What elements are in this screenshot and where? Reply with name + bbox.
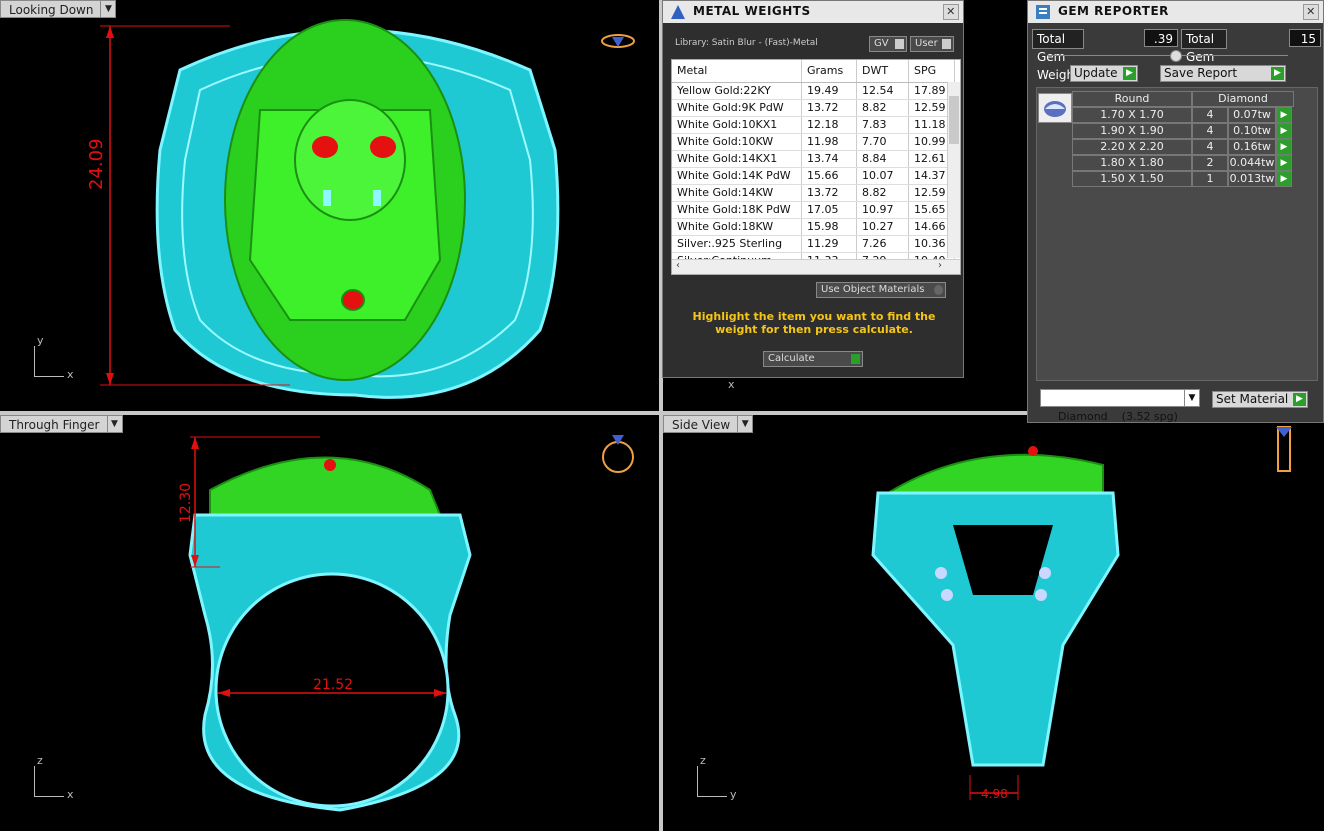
splitter-handle[interactable] xyxy=(1048,55,1288,56)
splitter-knob-icon[interactable] xyxy=(1170,50,1182,62)
user-button[interactable]: User xyxy=(910,36,954,52)
toggle-indicator-icon xyxy=(942,39,951,49)
chevron-left-icon[interactable]: ‹ xyxy=(676,260,680,271)
instruction-text: Highlight the item you want to find the … xyxy=(692,310,936,336)
chevron-right-icon[interactable]: › xyxy=(938,260,942,271)
play-icon: ▶ xyxy=(1293,393,1306,406)
viewport-side-view[interactable]: Side View ▼ 4.98 zy xyxy=(663,415,1324,831)
viewport-looking-down[interactable]: Looking Down ▼ 24.09 yx xyxy=(0,0,659,411)
play-icon[interactable]: ▶ xyxy=(1276,123,1292,139)
metal-weights-table[interactable]: Metal Grams DWT SPG Yellow Gold:22KY 19.4… xyxy=(671,59,961,275)
total-gem-weight-value: .39 xyxy=(1144,29,1178,47)
dimension-label-12-30: 12.30 xyxy=(178,482,194,523)
gv-button[interactable]: GV xyxy=(869,36,907,52)
axis-indicator: zy xyxy=(697,754,737,801)
table-row[interactable]: White Gold:14KW 13.72 8.82 12.59 xyxy=(672,185,960,202)
save-report-button[interactable]: Save Report ▶ xyxy=(1160,65,1286,82)
dimension-label-24-09: 24.09 xyxy=(86,138,107,190)
close-icon[interactable]: ✕ xyxy=(943,4,959,20)
metal-weights-title-bar[interactable]: METAL WEIGHTS ✕ xyxy=(663,1,963,23)
ring-front-view xyxy=(188,435,634,812)
dimension-label-4-98: 4.98 xyxy=(981,787,1008,801)
horizontal-scrollbar[interactable]: ‹ › xyxy=(672,259,960,274)
viewport-through-finger[interactable]: Through Finger ▼ 12.30 21.52 zx xyxy=(0,415,659,831)
column-header-spg[interactable]: SPG xyxy=(909,60,955,82)
play-icon: ▶ xyxy=(1123,67,1136,80)
table-header: Round Diamond xyxy=(1072,91,1294,107)
round-diamond-icon xyxy=(1038,93,1072,123)
table-row[interactable]: 2.20 X 2.20 4 0.16tw ▶ xyxy=(1072,139,1294,155)
play-icon[interactable]: ▶ xyxy=(1276,107,1292,123)
table-row[interactable]: White Gold:14KX1 13.74 8.84 12.61 xyxy=(672,151,960,168)
column-header-dwt[interactable]: DWT xyxy=(857,60,909,82)
axis-indicator: yx xyxy=(34,334,74,381)
axis-indicator: zx xyxy=(34,754,74,801)
table-row[interactable]: White Gold:18K PdW 17.05 10.97 15.65 xyxy=(672,202,960,219)
table-row[interactable]: Yellow Gold:22KY 19.49 12.54 17.89 xyxy=(672,83,960,100)
calculate-button[interactable]: Calculate xyxy=(763,351,863,367)
gem-table[interactable]: Round Diamond 1.70 X 1.70 4 0.07tw ▶ 1.90 X… xyxy=(1072,91,1294,187)
use-object-materials-checkbox[interactable]: Use Object Materials xyxy=(816,282,946,298)
play-icon[interactable]: ▶ xyxy=(1276,155,1292,171)
table-row[interactable]: 1.70 X 1.70 4 0.07tw ▶ xyxy=(1072,107,1294,123)
ring-side-view xyxy=(871,426,1292,800)
table-row[interactable]: White Gold:18KW 15.98 10.27 14.66 xyxy=(672,219,960,236)
dimension-label-21-52: 21.52 xyxy=(313,677,354,693)
table-row[interactable]: 1.90 X 1.90 4 0.10tw ▶ xyxy=(1072,123,1294,139)
gem-reporter-panel[interactable]: GEM REPORTER ✕ Total Gem Weight .39 Tota… xyxy=(1027,0,1324,423)
ring-top-view xyxy=(100,19,635,399)
update-button[interactable]: Update ▶ xyxy=(1070,65,1138,82)
chevron-down-icon[interactable]: ▼ xyxy=(1184,390,1199,406)
play-icon[interactable]: ▶ xyxy=(1276,139,1292,155)
gem-report-icon xyxy=(1036,5,1050,19)
table-row[interactable]: White Gold:10KW 11.98 7.70 10.99 xyxy=(672,134,960,151)
toggle-indicator-icon xyxy=(895,39,904,49)
close-icon[interactable]: ✕ xyxy=(1303,4,1319,20)
table-row[interactable]: Silver:.925 Sterling 11.29 7.26 10.36 xyxy=(672,236,960,253)
play-icon xyxy=(851,354,860,364)
metal-weights-panel[interactable]: METAL WEIGHTS ✕ Library: Satin Blur - (F… xyxy=(662,0,964,378)
checkbox-icon xyxy=(934,285,943,295)
table-row[interactable]: 1.80 X 1.80 2 0.044tw ▶ xyxy=(1072,155,1294,171)
table-header: Metal Grams DWT SPG xyxy=(672,60,960,83)
gem-reporter-title-bar[interactable]: GEM REPORTER ✕ xyxy=(1028,1,1323,23)
total-gem-count-value: 15 xyxy=(1289,29,1321,47)
column-header-grams[interactable]: Grams xyxy=(802,60,857,82)
play-icon[interactable]: ▶ xyxy=(1276,171,1292,187)
table-row[interactable]: White Gold:10KX1 12.18 7.83 11.18 xyxy=(672,117,960,134)
library-label: Library: Satin Blur - (Fast)-Metal xyxy=(675,38,818,48)
play-icon: ▶ xyxy=(1271,67,1284,80)
column-header-metal[interactable]: Metal xyxy=(672,60,802,82)
axis-x-label: x xyxy=(728,378,735,391)
table-row[interactable]: White Gold:9K PdW 13.72 8.82 12.59 xyxy=(672,100,960,117)
material-select[interactable]: Diamond (3.52 spg) ▼ xyxy=(1040,389,1200,423)
scale-icon xyxy=(671,5,685,19)
table-row[interactable]: 1.50 X 1.50 1 0.013tw ▶ xyxy=(1072,171,1294,187)
table-row[interactable]: White Gold:14K PdW 15.66 10.07 14.37 xyxy=(672,168,960,185)
vertical-scrollbar[interactable] xyxy=(947,82,960,258)
set-material-button[interactable]: Set Material ▶ xyxy=(1212,391,1308,408)
